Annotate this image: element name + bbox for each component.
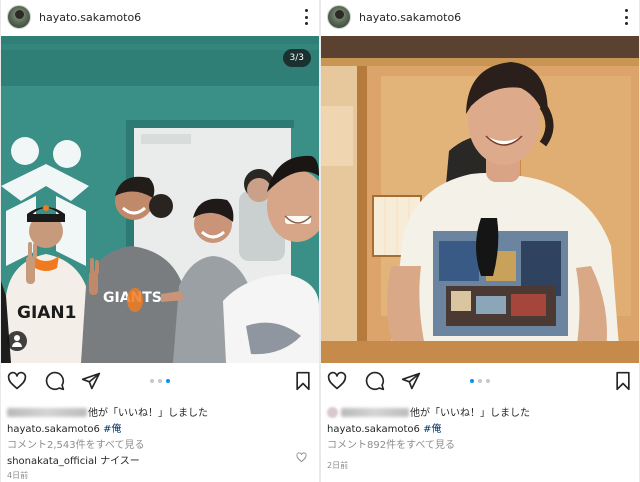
blurred-username (7, 408, 87, 417)
avatar[interactable] (327, 5, 351, 29)
action-bar (321, 367, 639, 395)
post-photo[interactable]: GIAN1 GIANTS (1, 36, 319, 363)
team-photo: GIAN1 GIANTS (1, 36, 319, 363)
post-2: hayato.sakamoto6 他が「いいね！」しました hayato.sak… (321, 0, 639, 482)
more-vertical-icon[interactable] (303, 7, 309, 27)
comment-text: ナイスー (100, 456, 140, 467)
caption-hashtag[interactable]: #俺 (423, 424, 441, 435)
carousel-dot-active (166, 379, 170, 383)
carousel-dot-active (470, 379, 474, 383)
more-vertical-icon[interactable] (623, 7, 629, 27)
post-header: hayato.sakamoto6 (1, 0, 319, 36)
heart-icon[interactable] (7, 371, 27, 391)
carousel-indicator (150, 379, 170, 383)
view-all-comments-link[interactable]: コメント892件をすべて見る (327, 436, 455, 451)
bookmark-icon[interactable] (613, 371, 633, 391)
liker-avatar (327, 407, 338, 418)
comment-like-heart-icon[interactable] (296, 452, 307, 463)
likes-line[interactable]: 他が「いいね！」しました (327, 404, 530, 419)
comment-icon[interactable] (365, 371, 385, 391)
post-timestamp: 4日前 (7, 471, 29, 480)
blurred-username (341, 408, 409, 417)
heart-icon[interactable] (327, 371, 347, 391)
carousel-dot (158, 379, 162, 383)
post-username[interactable]: hayato.sakamoto6 (359, 11, 461, 24)
carousel-counter: 3/3 (282, 49, 311, 67)
restaurant-photo (321, 36, 639, 363)
comment-row: shonakata_official ナイスー (7, 452, 140, 467)
post-username[interactable]: hayato.sakamoto6 (39, 11, 141, 24)
caption-hashtag[interactable]: #俺 (103, 424, 121, 435)
likes-line[interactable]: 他が「いいね！」しました (7, 404, 208, 419)
feed-screenshot: hayato.sakamoto6 GIAN1 3/3 他が「いいね！」しました … (0, 0, 640, 482)
paper-plane-icon[interactable] (81, 371, 101, 391)
caption: hayato.sakamoto6 #俺 (327, 420, 441, 435)
caption: hayato.sakamoto6 #俺 (7, 420, 121, 435)
person-icon[interactable] (7, 331, 27, 351)
avatar[interactable] (7, 5, 31, 29)
carousel-dot (486, 379, 490, 383)
paper-plane-icon[interactable] (401, 371, 421, 391)
post-photo[interactable] (321, 36, 639, 363)
post-timestamp: 2日前 (327, 461, 349, 470)
caption-username[interactable]: hayato.sakamoto6 (7, 424, 100, 435)
bookmark-icon[interactable] (293, 371, 313, 391)
comment-icon[interactable] (45, 371, 65, 391)
carousel-dot (150, 379, 154, 383)
likes-text: 他が「いいね！」しました (88, 408, 208, 419)
likes-text: 他が「いいね！」しました (410, 408, 530, 419)
caption-username[interactable]: hayato.sakamoto6 (327, 424, 420, 435)
carousel-dot (478, 379, 482, 383)
view-all-comments-link[interactable]: コメント2,543件をすべて見る (7, 436, 145, 451)
carousel-indicator (470, 379, 490, 383)
comment-username[interactable]: shonakata_official (7, 456, 97, 467)
action-bar (1, 367, 319, 395)
post-1: hayato.sakamoto6 GIAN1 3/3 他が「いいね！」しました … (1, 0, 319, 482)
svg-text:GIAN1: GIAN1 (17, 303, 77, 323)
post-header: hayato.sakamoto6 (321, 0, 639, 36)
